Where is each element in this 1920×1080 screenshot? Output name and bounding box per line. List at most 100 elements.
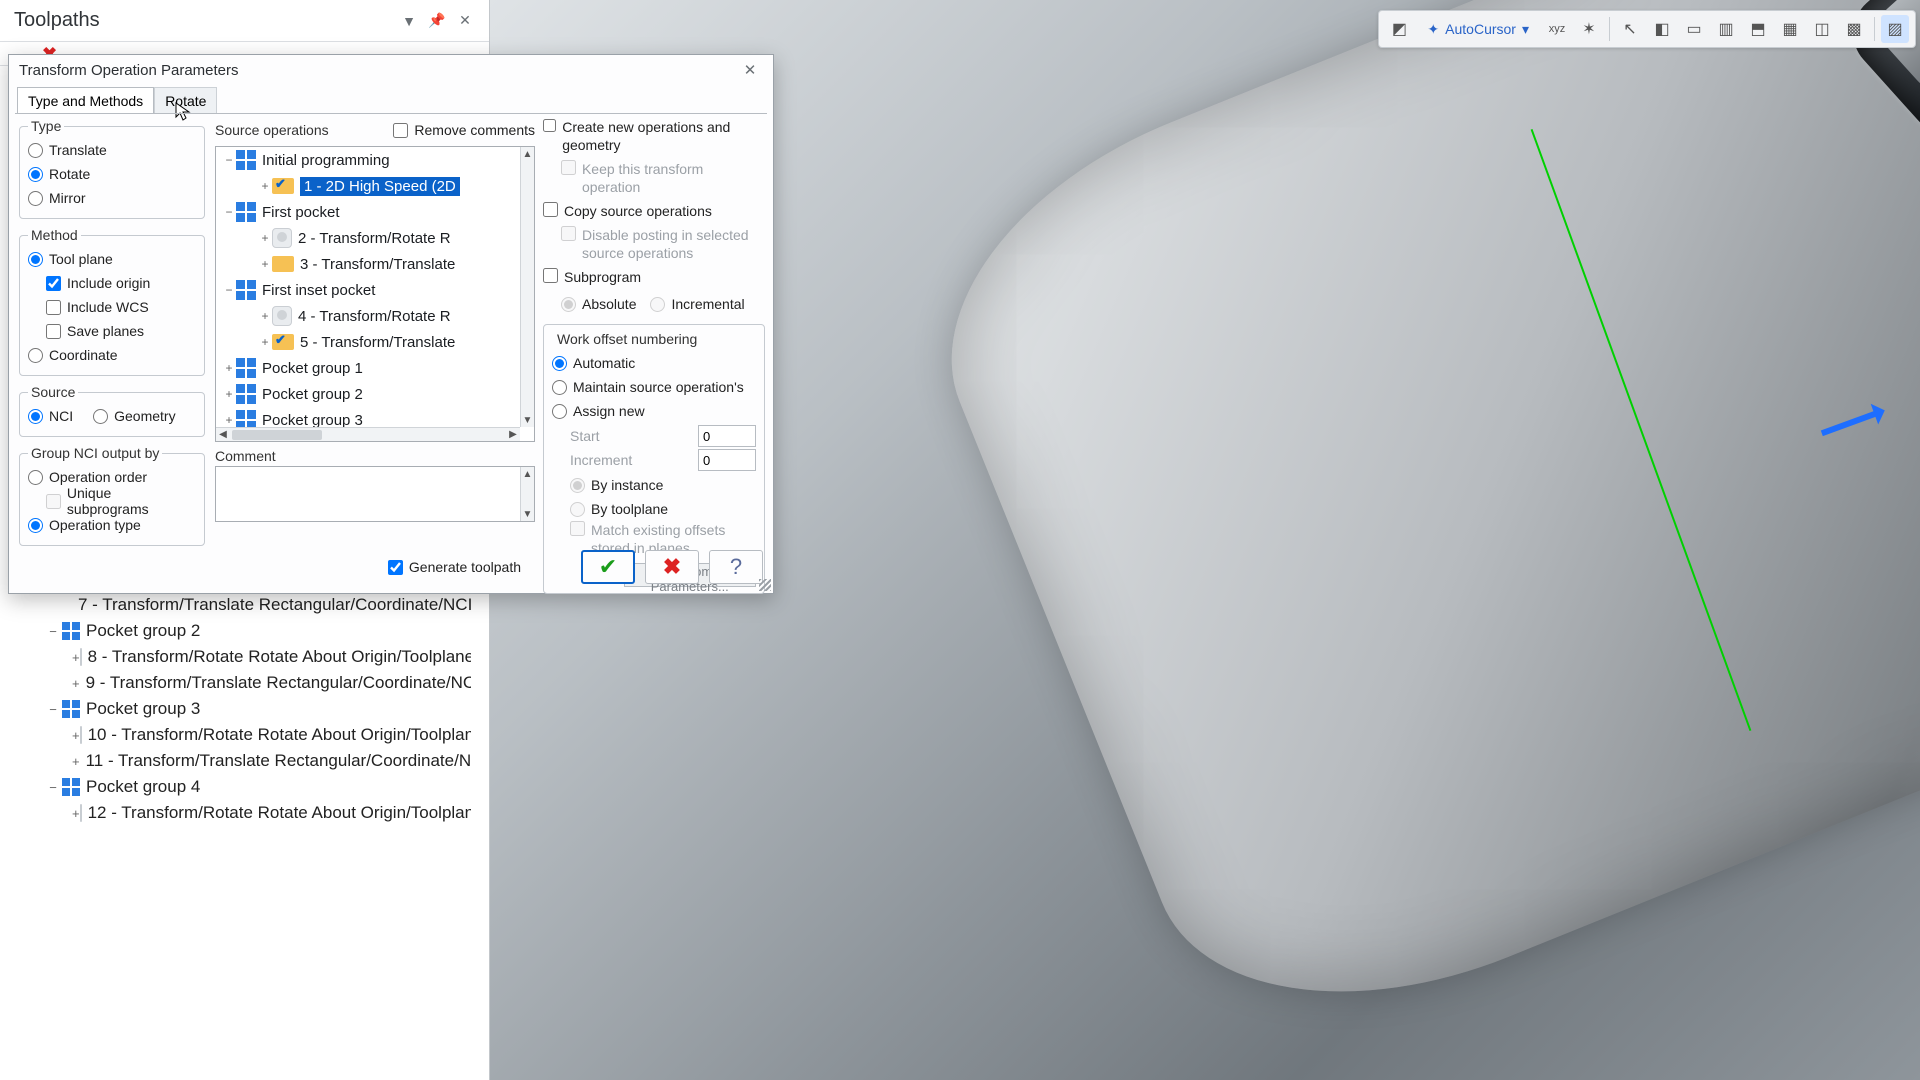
tree-node[interactable]: +5 - Transform/Translate [216,329,520,355]
tab-rotate[interactable]: Rotate [154,87,217,113]
solid-select-icon[interactable]: ◧ [1648,15,1676,43]
radio-nci[interactable]: NCI [28,404,73,428]
check-include-origin[interactable]: Include origin [46,271,196,295]
tree-node[interactable]: +Pocket group 3 [216,407,520,427]
dock-title-text: Toolpaths [14,9,100,32]
check-generate-toolpath[interactable]: Generate toolpath [388,555,521,579]
tree-node[interactable]: +Pocket group 2 [216,381,520,407]
check-include-wcs[interactable]: Include WCS [46,295,196,319]
radio-by-instance: By instance [570,473,756,497]
source-group: Source NCI Geometry [19,384,205,437]
tree-node[interactable]: +2 - Transform/Rotate R [216,225,520,251]
autocursor-dropdown[interactable]: ✦ AutoCursor ▾ [1417,15,1539,43]
toolpath-tree-row[interactable]: −Pocket group 4 [0,774,471,800]
tree-node[interactable]: −Initial programming [216,147,520,173]
wire-select-icon[interactable]: ▦ [1776,15,1804,43]
toolpath-tree-row[interactable]: −Pocket group 2 [0,618,471,644]
work-offset-legend: Work offset numbering [554,331,700,347]
check-keep-transform: Keep this transform operation [561,160,765,196]
tree-node[interactable]: −First inset pocket [216,277,520,303]
radio-automatic[interactable]: Automatic [552,351,756,375]
method-legend: Method [28,227,81,243]
group-nci-legend: Group NCI output by [28,445,162,461]
part-body [892,0,1920,1069]
toolpath-tree-row[interactable]: 7 - Transform/Translate Rectangular/Coor… [0,592,471,618]
tree-node[interactable]: +3 - Transform/Translate [216,251,520,277]
toolpaths-tree[interactable]: 7 - Transform/Translate Rectangular/Coor… [0,592,471,1080]
toggle-icon[interactable]: ◩ [1385,15,1413,43]
autocursor-label: AutoCursor [1445,21,1516,37]
body-select-icon[interactable]: ◫ [1808,15,1836,43]
dialog-footer: Generate toolpath ✔ ✖ ? [9,547,773,587]
type-group: Type Translate Rotate Mirror [19,118,205,219]
face-select-icon[interactable]: ▥ [1712,15,1740,43]
toolpath-tree-row[interactable]: −Pocket group 3 [0,696,471,722]
cursor-icon[interactable]: ↖ [1616,15,1644,43]
dialog-titlebar[interactable]: Transform Operation Parameters ✕ [9,55,773,85]
resize-grip[interactable] [759,579,771,591]
start-input[interactable] [698,425,756,447]
toolpath-tree-row[interactable]: +11 - Transform/Translate Rectangular/Co… [0,748,471,774]
check-create-new[interactable]: Create new operations and geometry [543,118,765,154]
comment-label: Comment [215,448,535,464]
radio-mirror[interactable]: Mirror [28,186,196,210]
source-ops-tree[interactable]: −Initial programming+1 - 2D High Speed (… [215,146,535,442]
tree-node[interactable]: +4 - Transform/Rotate R [216,303,520,329]
start-label: Start [570,428,600,444]
dropdown-icon[interactable]: ▼ [399,11,419,31]
check-subprogram[interactable]: Subprogram [543,268,765,286]
cancel-button[interactable]: ✖ [645,550,699,584]
toolpath-tree-row[interactable]: +10 - Transform/Rotate Rotate About Orig… [0,722,471,748]
selection-toolbar: ◩ ✦ AutoCursor ▾ xyz ✶ ↖ ◧ ▭ ▥ ⬒ ▦ ◫ ▩ ▨ [1378,10,1916,48]
radio-coordinate[interactable]: Coordinate [28,343,196,367]
method-group: Method Tool plane Include origin Include… [19,227,205,376]
source-ops-label: Source operations [215,122,329,138]
dialog-close-button[interactable]: ✕ [737,59,763,81]
radio-by-toolplane: By toolplane [570,497,756,521]
type-legend: Type [28,118,64,134]
radio-rotate[interactable]: Rotate [28,162,196,186]
ok-button[interactable]: ✔ [581,550,635,584]
dialog-title-text: Transform Operation Parameters [19,62,239,79]
toolpath-tree-row[interactable]: +8 - Transform/Rotate Rotate About Origi… [0,644,471,670]
scrollbar-vertical[interactable]: ▲▼ [520,467,534,521]
tree-node[interactable]: −First pocket [216,199,520,225]
check-disable-posting: Disable posting in selectedsource operat… [561,226,765,262]
pin-icon[interactable]: 📌 [427,11,447,31]
radio-translate[interactable]: Translate [28,138,196,162]
increment-label: Increment [570,452,632,468]
scrollbar-vertical[interactable]: ▲▼ [520,147,534,427]
active-mode-icon[interactable]: ▨ [1881,15,1909,43]
check-save-planes[interactable]: Save planes [46,319,196,343]
radio-maintain[interactable]: Maintain source operation's [552,375,756,399]
radio-geometry[interactable]: Geometry [93,404,175,428]
check-copy-source[interactable]: Copy source operations [543,202,765,220]
tree-node[interactable]: +1 - 2D High Speed (2D [216,173,520,199]
scrollbar-horizontal[interactable]: ◀▶ [216,427,520,441]
edge-select-icon[interactable]: ▭ [1680,15,1708,43]
toolpath-tree-row[interactable]: +12 - Transform/Rotate Rotate About Orig… [0,800,471,826]
close-icon[interactable]: ✕ [455,11,475,31]
xyz-icon[interactable]: xyz [1543,15,1571,43]
tab-type-and-methods[interactable]: Type and Methods [17,87,154,114]
help-button[interactable]: ? [709,550,763,584]
radio-assign-new[interactable]: Assign new [552,399,756,423]
check-unique-subprograms: Unique subprograms [46,489,196,513]
dock-titlebar: Toolpaths ▼ 📌 ✕ [0,0,489,42]
tree-node[interactable]: +Pocket group 1 [216,355,520,381]
chain-select-icon[interactable]: ⬒ [1744,15,1772,43]
transform-dialog: Transform Operation Parameters ✕ Type an… [8,54,774,594]
increment-input[interactable] [698,449,756,471]
radio-incremental: Incremental [650,292,744,316]
toolpath-tree-row[interactable]: +9 - Transform/Translate Rectangular/Coo… [0,670,471,696]
radio-toolplane[interactable]: Tool plane [28,247,196,271]
comment-textarea[interactable]: ▲▼ [215,466,535,522]
mesh-select-icon[interactable]: ▩ [1840,15,1868,43]
source-legend: Source [28,384,78,400]
gear-icon[interactable]: ✶ [1575,15,1603,43]
dialog-tabs: Type and Methods Rotate [9,85,773,113]
check-remove-comments[interactable]: Remove comments [393,118,535,142]
tab-rotate-label: Rotate [165,93,206,109]
radio-absolute: Absolute [561,292,636,316]
group-nci-group: Group NCI output by Operation order Uniq… [19,445,205,546]
